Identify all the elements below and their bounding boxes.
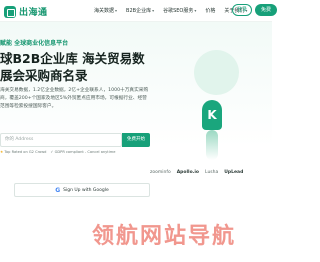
hero-title-line2: 展会采购商名录 [0, 68, 88, 83]
check-icon: ✓ [50, 150, 54, 154]
free-signup-button[interactable]: 免费 [255, 4, 277, 16]
google-signup-button[interactable]: G Sign Up with Google [14, 183, 150, 197]
partner-logo: Lusha [205, 170, 219, 175]
trust-item: ✓ GDPR compliant - Cancel anytime [50, 150, 116, 154]
chevron-down-icon: ▾ [194, 8, 197, 13]
partner-logos: zoominfo Apollo.io Lusha UpLead [150, 170, 243, 175]
nav-pricing[interactable]: 价格 [205, 7, 215, 14]
logo-text: 出海通 [19, 8, 48, 18]
chevron-down-icon: ▾ [152, 8, 155, 13]
partner-logo: UpLead [224, 170, 244, 175]
partner-logo: Apollo.io [176, 170, 200, 175]
rocket-icon: K [202, 100, 222, 130]
star-icon: ★ [0, 150, 4, 154]
bubble-shape [194, 50, 239, 95]
nav-customs-data[interactable]: 海关数据 ▾ [94, 7, 117, 14]
trust-item: ★ Top Rated on G2 Crowd [0, 150, 47, 154]
login-button[interactable]: 登录 [232, 4, 252, 16]
top-header: 出海通 海关数据 ▾ B2B企业库 ▾ 谷歌SEO服务 ▾ 价格 关于我们 ▾ 登录 免… [0, 0, 277, 22]
trust-badges: ★ Top Rated on G2 Crowd ✓ GDPR compliant… [0, 150, 115, 154]
main-nav: 海关数据 ▾ B2B企业库 ▾ 谷歌SEO服务 ▾ 价格 关于我们 ▾ [94, 7, 247, 14]
start-free-button[interactable]: 免费开始 [122, 133, 150, 147]
chevron-down-icon: ▾ [115, 8, 118, 13]
partner-logo: zoominfo [150, 170, 171, 175]
email-input[interactable]: 你的 Address [0, 133, 122, 147]
nav-seo-service[interactable]: 谷歌SEO服务 ▾ [163, 7, 196, 14]
hero-tagline: 赋能 全球商业化信息平台 [0, 40, 69, 47]
google-icon: G [55, 186, 61, 194]
google-signup-label: Sign Up with Google [63, 187, 109, 193]
hero-description: 海关交易数据，1.2亿企业数据，2亿+企业联系人，1000十万真实采购商，覆盖2… [0, 88, 149, 109]
hero-illustration: K [170, 30, 270, 160]
rocket-plume [206, 130, 218, 160]
nav-b2b-directory[interactable]: B2B企业库 ▾ [126, 7, 154, 14]
logo-icon [4, 5, 16, 18]
watermark-text: 领航网站导航 [92, 224, 237, 249]
site-logo[interactable]: 出海通 [4, 5, 48, 18]
